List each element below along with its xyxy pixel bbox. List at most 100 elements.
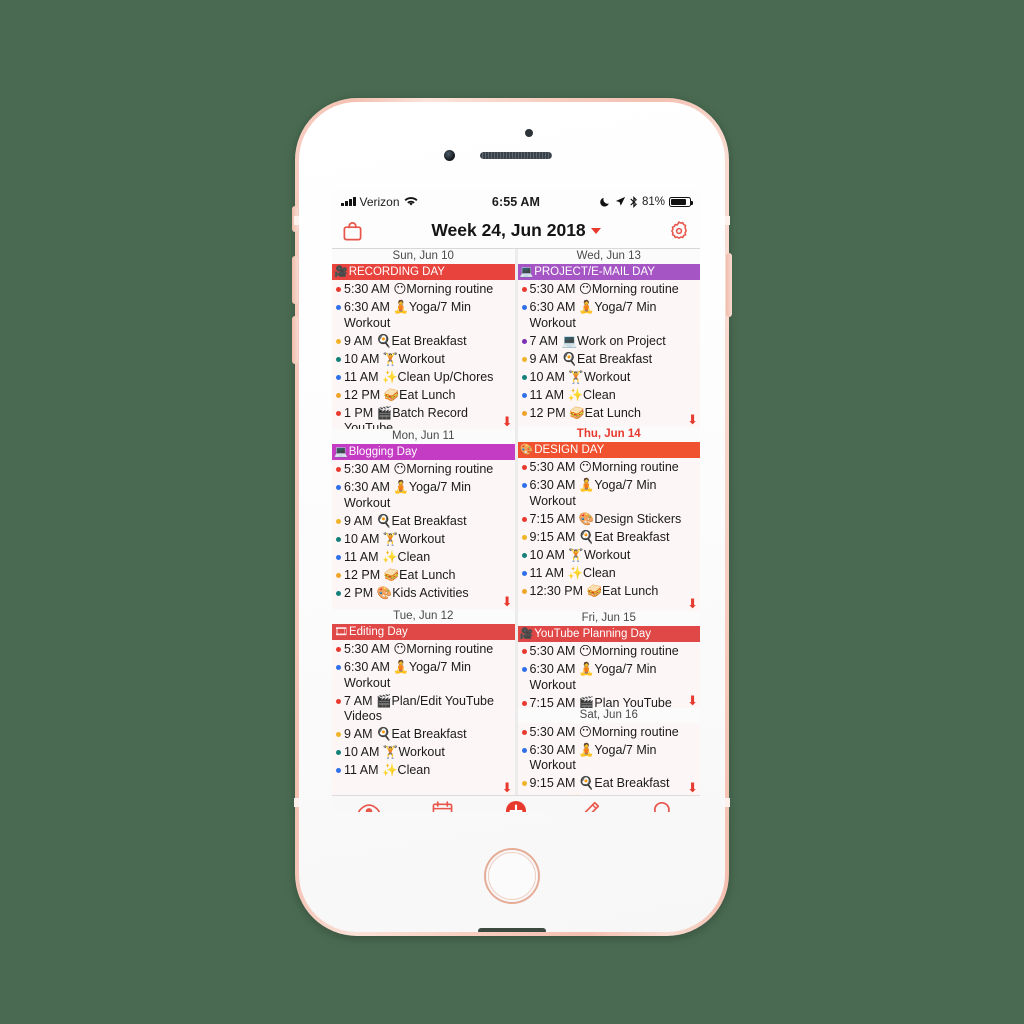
day-cell[interactable]: Sun, Jun 10 🎥 RECORDING DAY 5:30 AM 😶Mornin… [332, 249, 515, 429]
tab-add[interactable]: Add [479, 796, 553, 812]
event-text: 6:30 AM 🧘Yoga/7 Min Workout [344, 480, 471, 510]
tab-search[interactable]: Search [626, 796, 700, 812]
power-button[interactable] [726, 253, 732, 317]
volume-down-button[interactable] [292, 316, 298, 364]
tab-calendars[interactable]: Calendars [406, 796, 480, 812]
event-item[interactable]: 7 AM 🎬Plan/Edit YouTube Videos [336, 694, 512, 725]
event-item[interactable]: 6:30 AM 🧘Yoga/7 Min Workout [336, 300, 512, 331]
event-item[interactable]: 9:15 AM 🍳Eat Breakfast [521, 530, 698, 546]
iphone-device: Verizon 6:55 AM 81% Week 24, Jun 2018 Su… [292, 98, 732, 936]
event-item[interactable]: 5:30 AM 😶Morning routine [336, 282, 512, 298]
event-item[interactable]: 10 AM 🏋Workout [336, 352, 512, 368]
event-item[interactable]: 9 AM 🍳Eat Breakfast [336, 514, 512, 530]
day-cell[interactable]: Sat, Jun 16 5:30 AM 😶Morning routine 6:30 … [517, 707, 700, 796]
day-cell[interactable]: Thu, Jun 14 🎨 DESIGN DAY 5:30 AM 😶Morning r… [517, 427, 700, 612]
event-color-dot [521, 667, 527, 673]
event-item[interactable]: 11 AM ✨Clean [521, 566, 698, 582]
event-text: 11 AM ✨Clean Up/Chores [344, 369, 494, 384]
day-cell[interactable]: Fri, Jun 15 🎥 YouTube Planning Day 5:30 AM … [517, 611, 700, 708]
more-events-arrow-icon[interactable]: ⬇ [502, 595, 513, 608]
event-text: 12 PM 🥪Eat Lunch [529, 405, 641, 420]
all-day-event[interactable]: 🎨 DESIGN DAY [517, 442, 700, 459]
event-list: 5:30 AM 😶Morning routine 6:30 AM 🧘Yoga/7 … [332, 640, 515, 779]
event-item[interactable]: 10 AM 🏋Workout [336, 745, 512, 761]
event-color-dot [521, 534, 527, 540]
event-item[interactable]: 9 AM 🍳Eat Breakfast [521, 352, 698, 368]
event-item[interactable]: 6:30 AM 🧘Yoga/7 Min Workout [521, 662, 698, 693]
event-item[interactable]: 10 AM 🏋Workout [336, 532, 512, 548]
event-item[interactable]: 5:30 AM 😶Morning routine [521, 282, 698, 298]
dropdown-caret-icon [590, 227, 601, 234]
settings-gear-icon[interactable] [668, 220, 690, 242]
all-day-event[interactable]: 💻 PROJECT/E-MAIL DAY [517, 264, 700, 280]
event-item[interactable]: 10 AM 🏋Workout [521, 548, 698, 564]
event-item[interactable]: 6:30 AM 🧘Yoga/7 Min Workout [336, 480, 512, 511]
event-item[interactable]: 5:30 AM 😶Morning routine [336, 642, 512, 658]
day-cell[interactable]: Tue, Jun 12 🎞 Editing Day 5:30 AM 😶Morning … [332, 609, 515, 795]
week-grid: Sun, Jun 10 🎥 RECORDING DAY 5:30 AM 😶Mornin… [332, 249, 700, 796]
event-item[interactable]: 9 AM 🍳Eat Breakfast [336, 727, 512, 743]
event-item[interactable]: 9 AM 🍳Eat Breakfast [336, 334, 512, 350]
event-color-dot [336, 467, 341, 472]
event-item[interactable]: 7 AM 💻Work on Project [521, 334, 698, 350]
more-events-arrow-icon[interactable]: ⬇ [687, 781, 698, 794]
event-item[interactable]: 11 AM ✨Clean [521, 388, 698, 404]
event-item[interactable]: 5:30 AM 😶Morning routine [521, 460, 698, 476]
event-color-dot [521, 649, 527, 655]
event-item[interactable]: 7:15 AM 🎬Plan YouTube [521, 696, 698, 708]
event-item[interactable]: 7:15 AM 🎨Design Stickers [521, 512, 698, 528]
event-item[interactable]: 11 AM ✨Clean [336, 550, 512, 566]
event-color-dot [336, 338, 341, 344]
event-item[interactable]: 12 PM 🥪Eat Lunch [521, 405, 698, 422]
moon-icon [600, 197, 609, 207]
all-day-event[interactable]: 💻 Blogging Day [332, 444, 515, 460]
all-day-event[interactable]: 🎥 YouTube Planning Day [517, 626, 700, 643]
more-events-arrow-icon[interactable]: ⬇ [687, 413, 698, 426]
event-text: 9 AM 🍳Eat Breakfast [344, 513, 467, 528]
event-item[interactable]: 12 PM 🥪Eat Lunch [336, 568, 512, 584]
event-item[interactable]: 9:15 AM 🍳Eat Breakfast [521, 776, 698, 792]
event-item[interactable]: 6:30 AM 🧘Yoga/7 Min Workout [336, 660, 512, 691]
event-item[interactable]: 11 AM ✨Clean [522, 794, 698, 795]
day-cell[interactable]: Mon, Jun 11 💻 Blogging Day 5:30 AM 😶Morning… [332, 429, 515, 609]
event-color-dot [336, 698, 341, 704]
event-color-dot [521, 570, 527, 576]
event-item[interactable]: 1 PM 🎬Batch Record YouTube [336, 406, 512, 429]
pencil-icon [584, 801, 600, 812]
event-item[interactable]: 6:30 AM 🧘Yoga/7 Min Workout [521, 743, 698, 774]
event-item[interactable]: 11 AM ✨Clean [336, 763, 512, 779]
event-item[interactable]: 5:30 AM 😶Morning routine [336, 462, 512, 478]
event-item[interactable]: 6:30 AM 🧘Yoga/7 Min Workout [521, 300, 698, 331]
event-text: 12:30 PM 🥪Eat Lunch [529, 583, 659, 598]
event-text: 5:30 AM 😶Morning routine [529, 644, 679, 659]
all-day-event[interactable]: 🎞 Editing Day [332, 624, 515, 640]
more-events-arrow-icon[interactable]: ⬇ [687, 597, 698, 610]
event-color-dot [521, 305, 527, 310]
event-item[interactable]: 5:30 AM 😶Morning routine [521, 644, 698, 660]
more-events-arrow-icon[interactable]: ⬇ [502, 781, 513, 794]
more-events-arrow-icon[interactable]: ⬇ [687, 694, 698, 707]
tab-tools[interactable]: Tools [553, 796, 627, 812]
event-item[interactable]: 2 PM 🎨Kids Activities [336, 586, 512, 602]
event-text: 11 AM ✨Clean [344, 763, 431, 777]
week-title-button[interactable]: Week 24, Jun 2018 [332, 220, 700, 241]
more-events-arrow-icon[interactable]: ⬇ [502, 415, 513, 428]
all-day-event[interactable]: 🎥 RECORDING DAY [332, 264, 515, 280]
event-item[interactable]: 10 AM 🏋Workout [521, 370, 698, 386]
day-cell[interactable]: Wed, Jun 13 💻 PROJECT/E-MAIL DAY 5:30 AM 😶M… [517, 249, 700, 428]
event-item[interactable]: 6:30 AM 🧘Yoga/7 Min Workout [521, 478, 698, 509]
volume-up-button[interactable] [292, 256, 298, 304]
event-item[interactable]: 12 PM 🥪Eat Lunch [336, 388, 512, 404]
event-color-dot [521, 374, 527, 380]
all-day-title: YouTube Planning Day [534, 628, 651, 641]
event-text: 6:30 AM 🧘Yoga/7 Min Workout [529, 662, 657, 692]
phone-screen: Verizon 6:55 AM 81% Week 24, Jun 2018 Su… [332, 190, 700, 812]
event-text: 10 AM 🏋Workout [344, 531, 445, 546]
event-item[interactable]: 11 AM ✨Clean Up/Chores [336, 370, 512, 386]
home-button[interactable] [486, 850, 538, 902]
tab-views[interactable]: Views [332, 796, 406, 812]
event-item[interactable]: 5:30 AM 😶Morning routine [521, 725, 698, 741]
shopping-bag-icon[interactable] [342, 220, 363, 242]
event-item[interactable]: 12:30 PM 🥪Eat Lunch [521, 583, 698, 600]
eye-icon [357, 803, 380, 812]
